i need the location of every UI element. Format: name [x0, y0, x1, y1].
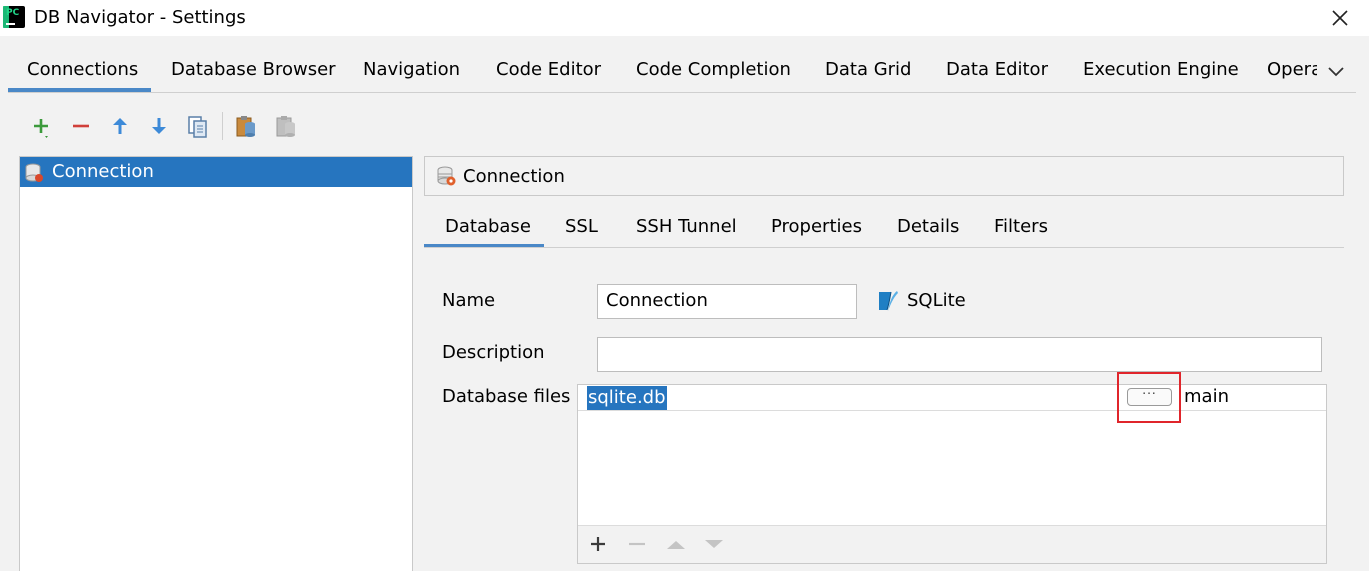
file-path-cell[interactable]: sqlite.db — [587, 386, 667, 410]
tab-bar-divider — [8, 92, 1356, 93]
duplicate-icon[interactable] — [273, 112, 299, 140]
tab-code-editor[interactable]: Code Editor — [496, 59, 601, 80]
description-label: Description — [442, 342, 545, 363]
copy-icon[interactable] — [185, 112, 211, 140]
close-icon[interactable] — [1326, 4, 1354, 32]
tab-data-editor[interactable]: Data Editor — [946, 59, 1048, 80]
tab-code-completion[interactable]: Code Completion — [636, 59, 791, 80]
main-tab-bar: Connections Database Browser Navigation … — [0, 50, 1369, 94]
window-title: DB Navigator - Settings — [34, 7, 246, 28]
tab-operations[interactable]: Opera — [1267, 59, 1317, 80]
tab-details[interactable]: Details — [897, 216, 959, 237]
move-up-icon[interactable] — [107, 112, 133, 140]
database-type-label: SQLite — [907, 290, 966, 311]
connection-header: Connection — [424, 156, 1344, 196]
move-down-icon[interactable] — [702, 532, 726, 556]
highlight-annotation — [1117, 372, 1181, 423]
add-icon[interactable] — [28, 112, 54, 140]
tab-filters[interactable]: Filters — [994, 216, 1048, 237]
move-up-icon[interactable] — [664, 532, 688, 556]
remove-icon[interactable] — [68, 112, 94, 140]
connection-list-item-label: Connection — [52, 161, 154, 182]
sqlite-icon — [876, 289, 900, 313]
move-down-icon[interactable] — [146, 112, 172, 140]
subtab-divider — [424, 247, 1344, 248]
pycharm-logo-icon: PC — [3, 6, 25, 28]
add-icon[interactable] — [586, 532, 610, 556]
toolbar-separator — [222, 112, 223, 140]
tab-connections[interactable]: Connections — [27, 59, 138, 80]
files-table-toolbar — [578, 525, 1326, 563]
tab-data-grid[interactable]: Data Grid — [825, 59, 911, 80]
name-field[interactable]: Connection — [597, 284, 857, 319]
tab-database-browser[interactable]: Database Browser — [171, 59, 336, 80]
connection-icon — [25, 163, 43, 182]
schema-name-cell[interactable]: main — [1184, 386, 1229, 407]
tab-properties[interactable]: Properties — [771, 216, 862, 237]
tab-execution-engine[interactable]: Execution Engine — [1083, 59, 1239, 80]
connections-toolbar — [28, 112, 328, 142]
connection-icon — [437, 166, 456, 186]
chevron-down-icon[interactable] — [1326, 62, 1346, 82]
database-files-label: Database files — [442, 386, 571, 407]
connection-list-item[interactable]: Connection — [20, 157, 412, 187]
connection-list[interactable] — [19, 156, 413, 571]
tab-ssh-tunnel[interactable]: SSH Tunnel — [636, 216, 737, 237]
paste-icon[interactable] — [233, 112, 259, 140]
remove-icon[interactable] — [625, 532, 649, 556]
tab-navigation[interactable]: Navigation — [363, 59, 460, 80]
tab-database[interactable]: Database — [445, 216, 531, 237]
description-field[interactable] — [597, 337, 1322, 372]
connection-header-title: Connection — [463, 166, 565, 187]
tab-ssl[interactable]: SSL — [565, 216, 598, 237]
name-label: Name — [442, 290, 496, 311]
